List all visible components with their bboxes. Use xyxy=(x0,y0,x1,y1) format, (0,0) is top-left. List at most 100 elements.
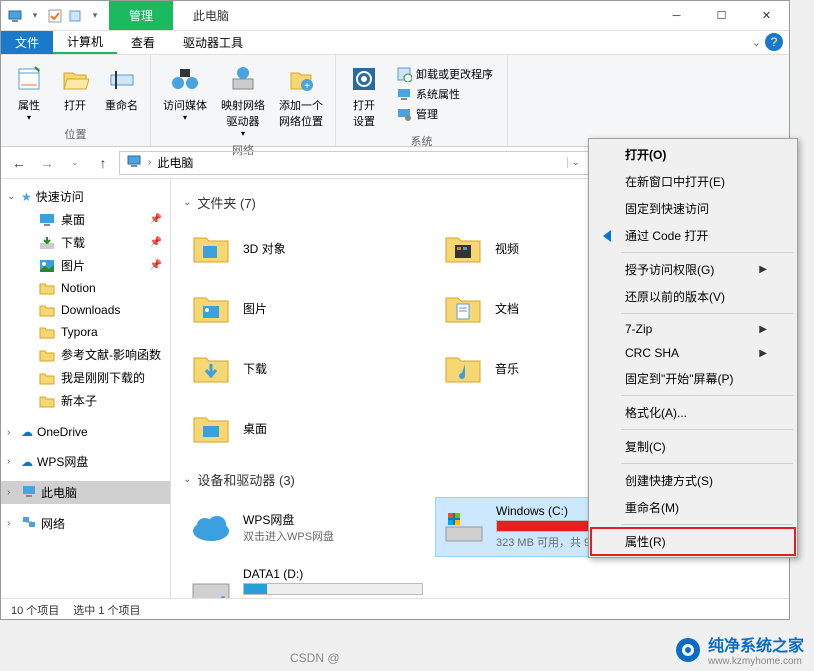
sidebar-wps[interactable]: ›☁WPS网盘 xyxy=(1,450,170,473)
separator xyxy=(621,524,793,525)
cloud-icon xyxy=(189,505,233,549)
sidebar-references[interactable]: 参考文献-影响函数 xyxy=(1,343,170,366)
ribbon-add-location[interactable]: +添加一个 网络位置 xyxy=(273,61,329,131)
pc-icon xyxy=(126,153,142,172)
help-icon[interactable]: ? xyxy=(765,33,783,51)
address-text: 此电脑 xyxy=(157,154,193,171)
ctx-restore[interactable]: 还原以前的版本(V) xyxy=(591,283,795,310)
ribbon-group-network: 访问媒体▾ 映射网络 驱动器▾ +添加一个 网络位置 网络 xyxy=(151,55,336,146)
folder-icon xyxy=(39,370,55,386)
cloud-icon: ☁ xyxy=(21,425,33,439)
qat-more-icon[interactable]: ▾ xyxy=(87,8,103,24)
pc-icon xyxy=(21,484,37,501)
separator xyxy=(621,395,793,396)
watermark: CSDN @ xyxy=(290,651,340,665)
sidebar-just-downloaded[interactable]: 我是刚刚下载的 xyxy=(1,366,170,389)
ribbon-open[interactable]: 打开 xyxy=(53,61,97,115)
folder-3d-objects[interactable]: 3D 对象 xyxy=(183,220,423,276)
folder-pictures[interactable]: 图片 xyxy=(183,280,423,336)
folder-icon xyxy=(189,346,233,390)
sidebar-quick-access[interactable]: ⌄★快速访问 xyxy=(1,185,170,208)
ctx-shortcut[interactable]: 创建快捷方式(S) xyxy=(591,467,795,494)
ctx-pin-start[interactable]: 固定到"开始"屏幕(P) xyxy=(591,365,795,392)
separator xyxy=(621,252,793,253)
ribbon-manage[interactable]: 管理 xyxy=(392,105,497,123)
statusbar: 10 个项目 选中 1 个项目 xyxy=(1,598,789,620)
ctx-grant-access[interactable]: 授予访问权限(G)▶ xyxy=(591,256,795,283)
ribbon-properties[interactable]: 属性▾ xyxy=(7,61,51,124)
sidebar-onedrive[interactable]: ›☁OneDrive xyxy=(1,422,170,442)
ctx-new-window[interactable]: 在新窗口中打开(E) xyxy=(591,168,795,195)
separator xyxy=(621,429,793,430)
navigation-pane: ⌄★快速访问 桌面📌 下载📌 图片📌 Notion Downloads Typo… xyxy=(1,179,171,598)
vscode-icon xyxy=(599,228,615,244)
menubar: 文件 计算机 查看 驱动器工具 ⌄ ? xyxy=(1,31,789,55)
sidebar-downloads[interactable]: 下载📌 xyxy=(1,231,170,254)
ctx-7zip[interactable]: 7-Zip▶ xyxy=(591,317,795,341)
ribbon-access-media[interactable]: 访问媒体▾ xyxy=(157,61,213,124)
drive-d[interactable]: DATA1 (D:)727 GB 可用，共 830 GB xyxy=(183,561,423,598)
folder-icon xyxy=(441,226,485,270)
drive-icon xyxy=(189,568,233,598)
chevron-right-icon: ▶ xyxy=(759,348,767,359)
recent-dropdown[interactable]: ⌄ xyxy=(63,151,87,175)
ctx-pin-quick[interactable]: 固定到快速访问 xyxy=(591,195,795,222)
desktop-icon xyxy=(39,212,55,228)
menu-drive-tools[interactable]: 驱动器工具 xyxy=(169,31,257,54)
tab-manage[interactable]: 管理 xyxy=(109,1,173,30)
properties-icon[interactable] xyxy=(67,8,83,24)
sidebar-desktop[interactable]: 桌面📌 xyxy=(1,208,170,231)
item-count: 10 个项目 xyxy=(11,602,59,618)
ctx-rename[interactable]: 重命名(M) xyxy=(591,494,795,521)
menu-computer[interactable]: 计算机 xyxy=(53,31,117,54)
menu-file[interactable]: 文件 xyxy=(1,31,53,54)
qat-dropdown-icon[interactable]: ▾ xyxy=(27,8,43,24)
ctx-open-code[interactable]: 通过 Code 打开 xyxy=(591,222,795,249)
menu-view[interactable]: 查看 xyxy=(117,31,169,54)
back-button[interactable]: ← xyxy=(7,151,31,175)
separator xyxy=(621,463,793,464)
ribbon-uninstall[interactable]: 卸载或更改程序 xyxy=(392,65,497,83)
ctx-open[interactable]: 打开(O) xyxy=(591,141,795,168)
sidebar-thispc[interactable]: ›此电脑 xyxy=(1,481,170,504)
maximize-button[interactable]: ☐ xyxy=(699,1,744,31)
ribbon-system-properties[interactable]: 系统属性 xyxy=(392,85,497,103)
window-controls: ─ ☐ ✕ xyxy=(654,1,789,31)
ribbon-open-settings[interactable]: 打开 设置 xyxy=(342,61,386,131)
folder-downloads[interactable]: 下载 xyxy=(183,340,423,396)
folder-icon xyxy=(39,347,55,363)
ctx-properties[interactable]: 属性(R) xyxy=(591,528,795,555)
folder-icon xyxy=(189,226,233,270)
sidebar-typora[interactable]: Typora xyxy=(1,321,170,343)
ribbon-rename[interactable]: 重命名 xyxy=(99,61,144,115)
up-button[interactable]: ↑ xyxy=(91,151,115,175)
ribbon-group-label: 位置 xyxy=(7,124,144,144)
downloads-icon xyxy=(39,235,55,251)
minimize-button[interactable]: ─ xyxy=(654,1,699,31)
drive-wps[interactable]: WPS网盘双击进入WPS网盘 xyxy=(183,497,423,557)
chevron-right-icon: ▶ xyxy=(759,324,767,335)
title-tabs: 管理 此电脑 xyxy=(109,1,249,30)
ribbon-map-drive[interactable]: 映射网络 驱动器▾ xyxy=(215,61,271,140)
folder-desktop[interactable]: 桌面 xyxy=(183,400,423,456)
sidebar-downloads-folder[interactable]: Downloads xyxy=(1,299,170,321)
folder-icon xyxy=(39,393,55,409)
folder-icon xyxy=(39,280,55,296)
ribbon-group-system: 打开 设置 卸载或更改程序 系统属性 管理 系统 xyxy=(336,55,508,146)
sidebar-notion[interactable]: Notion xyxy=(1,277,170,299)
address-dropdown-icon[interactable]: ⌄ xyxy=(567,157,580,168)
sidebar-network[interactable]: ›网络 xyxy=(1,512,170,535)
ctx-format[interactable]: 格式化(A)... xyxy=(591,399,795,426)
ribbon-small-group: 卸载或更改程序 系统属性 管理 xyxy=(388,61,501,127)
pictures-icon xyxy=(39,258,55,274)
collapse-ribbon-icon[interactable]: ⌄ xyxy=(752,36,761,49)
star-icon: ★ xyxy=(21,190,32,204)
brand-icon xyxy=(674,636,702,664)
sidebar-pictures[interactable]: 图片📌 xyxy=(1,254,170,277)
ctx-crc[interactable]: CRC SHA▶ xyxy=(591,341,795,365)
checkbox-icon[interactable] xyxy=(47,8,63,24)
close-button[interactable]: ✕ xyxy=(744,1,789,31)
sidebar-new-notebook[interactable]: 新本子 xyxy=(1,389,170,412)
address-input[interactable]: › 此电脑 ⌄ ↻ xyxy=(119,151,609,175)
ctx-copy[interactable]: 复制(C) xyxy=(591,433,795,460)
